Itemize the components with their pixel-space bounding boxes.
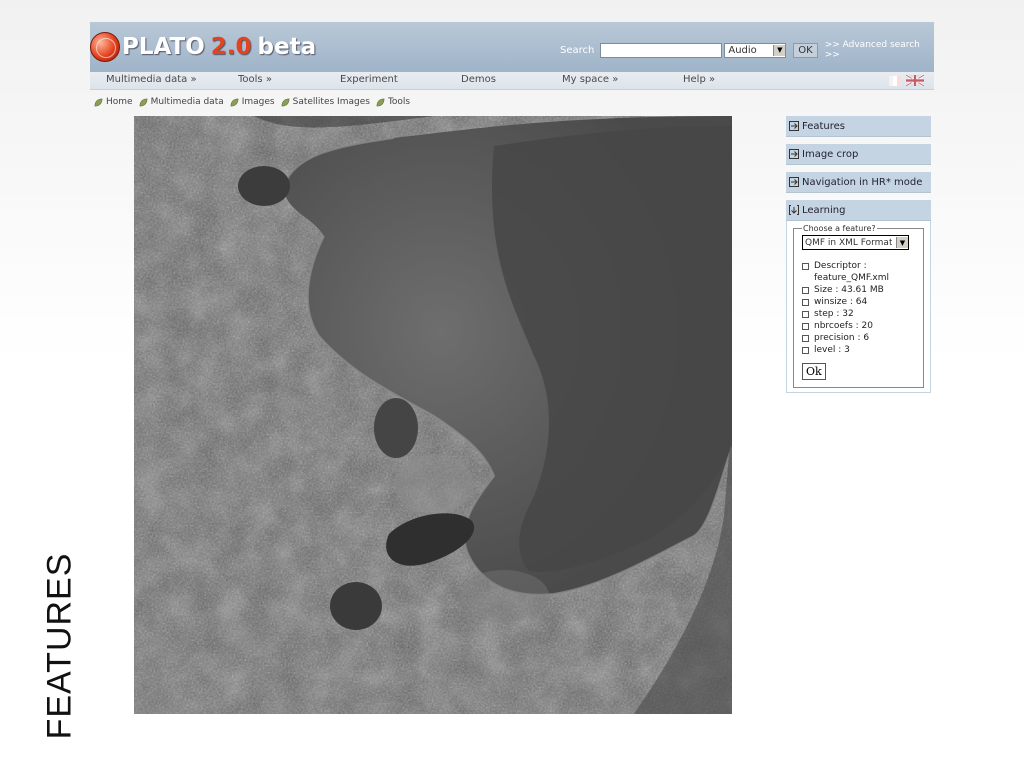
- expand-arrow-icon: [789, 121, 799, 131]
- list-item: Descriptor : feature_QMF.xml: [802, 260, 917, 284]
- media-type-select[interactable]: Audio ▼: [724, 42, 787, 58]
- chevron-down-icon[interactable]: ▼: [773, 44, 786, 56]
- section-label: Navigation in HR* mode: [802, 176, 923, 188]
- section-learning[interactable]: Learning: [786, 200, 931, 221]
- logo-name: PLATO: [122, 34, 205, 60]
- french-flag-icon[interactable]: [889, 76, 901, 86]
- section-image-crop[interactable]: Image crop: [786, 144, 931, 165]
- logo-tag: beta: [257, 34, 317, 60]
- list-item: nbrcoefs : 20: [802, 320, 917, 332]
- leaf-icon: [139, 98, 147, 106]
- uk-flag-icon[interactable]: [906, 75, 924, 86]
- globe-icon: [90, 32, 120, 62]
- search-input[interactable]: [600, 42, 723, 58]
- list-item: Size : 43.61 MB: [802, 284, 917, 296]
- breadcrumb-item[interactable]: Home: [94, 97, 133, 107]
- list-item: level : 3: [802, 344, 917, 356]
- nav-item-my-space[interactable]: My space »: [562, 74, 618, 85]
- expand-arrow-icon: [789, 149, 799, 159]
- nav-item-demos[interactable]: Demos: [461, 74, 496, 85]
- bullet-icon: [802, 263, 809, 270]
- breadcrumb-item[interactable]: Tools: [376, 97, 410, 107]
- section-label: Image crop: [802, 148, 859, 160]
- satellite-image-graphic: [134, 116, 732, 714]
- main-nav: Multimedia data » Tools » Experiment Dem…: [90, 72, 934, 90]
- slide-title: FEATURES: [40, 552, 79, 740]
- search-label: Search: [560, 44, 595, 56]
- collapse-arrow-icon: [789, 205, 799, 215]
- search-bar: Search Audio ▼ OK >> Advanced search >>: [560, 40, 934, 60]
- bullet-icon: [802, 323, 809, 330]
- breadcrumb-item[interactable]: Images: [230, 97, 275, 107]
- nav-item-help[interactable]: Help »: [683, 74, 715, 85]
- plato-logo[interactable]: PLATO 2.0 beta: [90, 30, 316, 64]
- breadcrumb-label: Satellites Images: [292, 97, 370, 107]
- feature-details: Descriptor : feature_QMF.xml Size : 43.6…: [802, 260, 917, 356]
- nav-item-multimedia-data[interactable]: Multimedia data »: [106, 74, 197, 85]
- site-header: PLATO 2.0 beta Search Audio ▼ OK >> Adva…: [90, 22, 934, 72]
- tools-panel: Features Image crop Navigation in HR* mo…: [786, 116, 931, 393]
- breadcrumb-label: Tools: [387, 97, 411, 107]
- feature-select-value: QMF in XML Format: [805, 237, 893, 248]
- breadcrumb-item[interactable]: Multimedia data: [139, 97, 224, 107]
- advanced-search-link[interactable]: >> Advanced search >>: [825, 40, 934, 60]
- bullet-icon: [802, 347, 809, 354]
- list-item: precision : 6: [802, 332, 917, 344]
- bullet-icon: [802, 335, 809, 342]
- bullet-icon: [802, 299, 809, 306]
- leaf-icon: [376, 98, 385, 106]
- bullet-icon: [802, 311, 809, 318]
- nav-item-tools[interactable]: Tools »: [238, 74, 272, 85]
- feature-legend: Choose a feature?: [803, 224, 876, 233]
- learning-content: Choose a feature? QMF in XML Format ▼ De…: [786, 221, 931, 393]
- list-item: winsize : 64: [802, 296, 917, 308]
- section-label: Features: [802, 120, 845, 132]
- leaf-icon: [230, 98, 239, 106]
- feature-select[interactable]: QMF in XML Format ▼: [802, 235, 909, 250]
- search-ok-button[interactable]: OK: [793, 42, 818, 58]
- breadcrumb-item[interactable]: Satellites Images: [281, 97, 370, 107]
- breadcrumb-label: Home: [106, 97, 133, 107]
- chevron-down-icon[interactable]: ▼: [896, 237, 908, 248]
- breadcrumb: Home Multimedia data Images Satellites I…: [94, 97, 416, 107]
- media-type-value: Audio: [728, 44, 757, 56]
- feature-fieldset: Choose a feature? QMF in XML Format ▼ De…: [793, 224, 924, 388]
- section-label: Learning: [802, 204, 846, 216]
- leaf-icon: [94, 98, 103, 106]
- logo-version: 2.0: [210, 34, 252, 60]
- breadcrumb-label: Multimedia data: [150, 97, 224, 107]
- leaf-icon: [281, 98, 290, 106]
- section-navigation-hr[interactable]: Navigation in HR* mode: [786, 172, 931, 193]
- nav-item-experiment[interactable]: Experiment: [340, 74, 398, 85]
- bullet-icon: [802, 287, 809, 294]
- learning-ok-button[interactable]: Ok: [802, 363, 826, 380]
- breadcrumb-label: Images: [241, 97, 275, 107]
- section-features[interactable]: Features: [786, 116, 931, 137]
- expand-arrow-icon: [789, 177, 799, 187]
- list-item: step : 32: [802, 308, 917, 320]
- satellite-image[interactable]: [134, 116, 732, 714]
